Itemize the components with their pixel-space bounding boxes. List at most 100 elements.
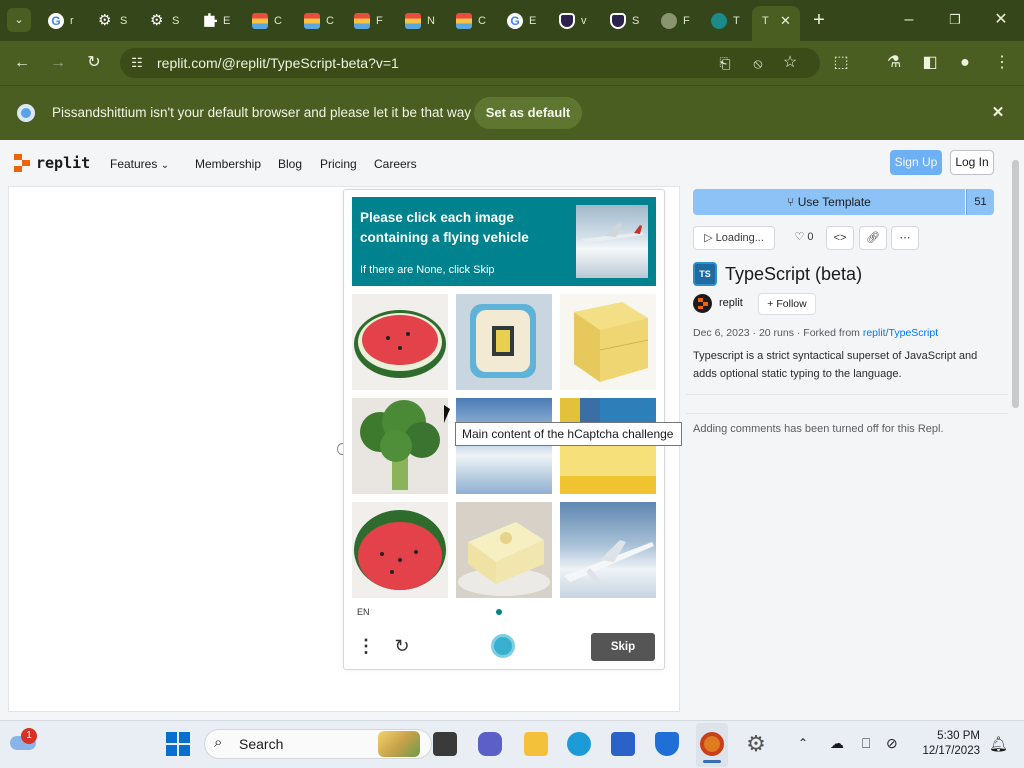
volume-muted-icon[interactable]: ⊘: [886, 735, 898, 752]
start-windows-icon[interactable]: [166, 732, 190, 756]
tab[interactable]: F: [651, 6, 691, 35]
cheesecake-icon: [458, 522, 550, 596]
taskbar-clock[interactable]: 5:30 PM 12/17/2023: [918, 729, 980, 759]
close-window-icon[interactable]: ✕: [986, 8, 1016, 32]
tab-search-chevron-icon[interactable]: ⌄: [7, 8, 31, 32]
captcha-image-cake-slice[interactable]: [456, 294, 552, 390]
tab[interactable]: N: [395, 6, 435, 35]
tab[interactable]: C: [294, 6, 334, 35]
embed-button[interactable]: <>: [826, 226, 854, 250]
defender-shield-icon[interactable]: [655, 732, 679, 756]
rainbow-icon: [456, 12, 472, 29]
page-scrollbar[interactable]: [1012, 160, 1019, 408]
clock-time: 5:30 PM: [937, 730, 980, 742]
onedrive-off-icon[interactable]: ☁: [830, 735, 844, 752]
forked-owner-link[interactable]: replit: [863, 327, 886, 339]
captcha-image-sky-clouds[interactable]: [456, 398, 552, 494]
chat-icon[interactable]: [478, 732, 502, 756]
close-tab-icon[interactable]: ✕: [780, 13, 791, 29]
captcha-image-watermelon-2[interactable]: [352, 502, 448, 598]
bookmark-star-icon[interactable]: ☆: [778, 51, 802, 75]
menu-kebab-icon[interactable]: ⋮: [990, 51, 1014, 75]
nav-careers[interactable]: Careers: [374, 157, 417, 171]
watermelon-icon: [354, 310, 446, 378]
back-icon[interactable]: ←: [10, 51, 34, 75]
file-explorer-icon[interactable]: [524, 732, 548, 756]
tab[interactable]: C: [446, 6, 486, 35]
tab[interactable]: E: [191, 6, 231, 35]
captcha-image-cheese-cubes[interactable]: [560, 294, 656, 390]
like-button[interactable]: ♡ 0: [785, 226, 823, 250]
captcha-image-airplane[interactable]: [560, 502, 656, 598]
settings-gear-icon[interactable]: ⚙: [744, 732, 768, 756]
tab[interactable]: S: [600, 6, 640, 35]
cheese-cubes-icon: [574, 302, 649, 382]
tab[interactable]: F: [344, 6, 384, 35]
owner-name[interactable]: replit: [719, 297, 743, 309]
captcha-prompt-subtext: If there are None, click Skip: [360, 264, 495, 276]
search-highlight-icon[interactable]: [378, 731, 420, 757]
replit-logo[interactable]: replit: [14, 154, 90, 172]
eye-off-icon[interactable]: ⦸: [746, 51, 770, 75]
tab[interactable]: v: [549, 6, 589, 35]
owner-avatar[interactable]: [693, 294, 712, 313]
reload-icon[interactable]: ↻: [82, 51, 106, 75]
store-icon[interactable]: [611, 732, 635, 756]
captcha-image-watermelon[interactable]: [352, 294, 448, 390]
close-infobar-icon[interactable]: ✕: [986, 101, 1010, 125]
extensions-icon[interactable]: ⬚: [829, 51, 853, 75]
captcha-image-broccoli[interactable]: [352, 398, 448, 494]
run-button[interactable]: ▷ Loading...: [693, 226, 775, 250]
nav-pricing[interactable]: Pricing: [320, 157, 357, 171]
notification-bell-icon[interactable]: 🔔︎: [989, 735, 1008, 753]
captcha-refresh-icon[interactable]: ↻: [390, 634, 414, 658]
install-app-icon[interactable]: ⎗: [713, 51, 737, 75]
captcha-skip-button[interactable]: Skip: [591, 633, 655, 661]
tab[interactable]: GE: [497, 6, 537, 35]
captcha-language[interactable]: EN: [357, 607, 370, 617]
restore-icon[interactable]: ❐: [940, 8, 970, 32]
labs-flask-icon[interactable]: ⚗: [882, 51, 906, 75]
follow-button[interactable]: + Follow: [758, 293, 816, 315]
edge-icon[interactable]: [567, 732, 591, 756]
new-tab-icon[interactable]: +: [807, 8, 831, 32]
play-icon: ▷: [704, 232, 713, 244]
tab-title: T: [762, 14, 769, 27]
network-icon[interactable]: ⎕: [862, 735, 870, 752]
active-tab-label[interactable]: T ✕: [752, 6, 791, 35]
set-as-default-button[interactable]: Set as default: [474, 97, 582, 129]
tab[interactable]: Gr: [38, 6, 78, 35]
nav-features[interactable]: Features ⌄: [110, 157, 169, 171]
forward-icon[interactable]: →: [46, 51, 70, 75]
chromium-icon[interactable]: [700, 732, 724, 756]
task-view-icon[interactable]: [433, 732, 457, 756]
tab[interactable]: C: [242, 6, 282, 35]
url-text[interactable]: replit.com/@replit/TypeScript-beta?v=1: [157, 55, 399, 71]
copy-link-button[interactable]: 🔗︎: [859, 226, 887, 250]
side-panel-icon[interactable]: ◧: [918, 51, 942, 75]
nav-membership[interactable]: Membership: [195, 157, 261, 171]
chevron-up-icon[interactable]: ⌃: [798, 736, 808, 750]
tab-title: S: [632, 14, 640, 27]
minimize-icon[interactable]: –: [894, 8, 924, 32]
follow-label: Follow: [776, 298, 807, 310]
captcha-menu-icon[interactable]: ⋮: [354, 634, 378, 658]
profile-icon[interactable]: ●: [953, 51, 977, 75]
captcha-image-cheesecake[interactable]: [456, 502, 552, 598]
site-info-icon[interactable]: ☷: [125, 51, 149, 75]
forked-repl-link[interactable]: TypeScript: [889, 327, 939, 339]
log-in-button[interactable]: Log In: [950, 150, 994, 175]
use-template-button[interactable]: ⑂ Use Template: [693, 189, 965, 215]
airplane-example-icon: [582, 223, 644, 243]
sign-up-button[interactable]: Sign Up: [890, 150, 942, 175]
link-icon: 🔗︎: [866, 232, 880, 244]
tab-title: r: [70, 14, 74, 27]
tab[interactable]: T: [701, 6, 741, 35]
divider: [686, 394, 1008, 395]
captcha-image-cheesecake-layers[interactable]: [560, 398, 656, 494]
nav-blog[interactable]: Blog: [278, 157, 302, 171]
tab[interactable]: ⚙ S: [140, 6, 180, 35]
rainbow-icon: [304, 12, 320, 29]
more-options-button[interactable]: ⋯: [891, 226, 919, 250]
tab[interactable]: ⚙ S: [88, 6, 128, 35]
